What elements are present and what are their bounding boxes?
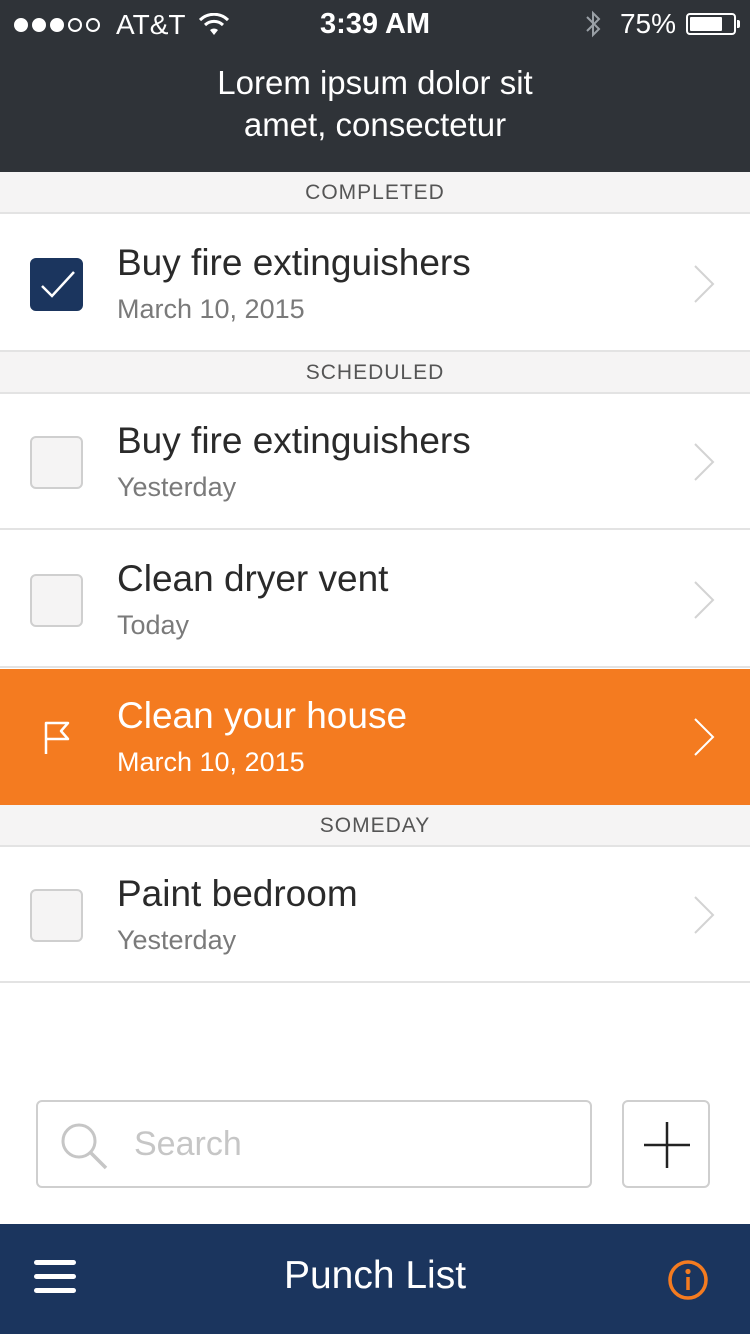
section-header-someday: SOMEDAY bbox=[0, 805, 750, 847]
item-date: Yesterday bbox=[117, 472, 237, 502]
search-input[interactable] bbox=[134, 1116, 564, 1172]
chevron-right-icon bbox=[694, 581, 715, 619]
chevron-right-icon bbox=[694, 443, 715, 481]
info-icon[interactable] bbox=[666, 1258, 710, 1302]
page-title-line-2: amet, consectetur bbox=[243, 106, 507, 143]
status-right: 75% bbox=[584, 8, 740, 40]
flag-icon bbox=[44, 721, 70, 754]
list-item[interactable]: Buy fire extinguishers March 10, 2015 bbox=[0, 216, 750, 352]
task-checkbox-checked[interactable] bbox=[30, 258, 83, 311]
item-date: March 10, 2015 bbox=[117, 294, 305, 324]
task-checkbox[interactable] bbox=[30, 436, 83, 489]
top-header: AT&T 3:39 AM 75% Lorem ipsum dolor sit a… bbox=[0, 0, 750, 172]
status-bar: AT&T 3:39 AM 75% bbox=[0, 0, 750, 50]
task-checkbox[interactable] bbox=[30, 574, 83, 627]
page-title: Lorem ipsum dolor sit amet, consectetur bbox=[0, 62, 750, 146]
task-checkbox[interactable] bbox=[30, 889, 83, 942]
item-title: Clean your house bbox=[117, 695, 408, 736]
checkmark-icon bbox=[41, 271, 75, 298]
list-item[interactable]: Clean dryer vent Today bbox=[0, 532, 750, 668]
chevron-right-icon bbox=[694, 896, 715, 934]
search-icon bbox=[61, 1123, 108, 1170]
bluetooth-icon bbox=[586, 10, 601, 38]
chevron-right-icon bbox=[694, 718, 715, 756]
item-date: March 10, 2015 bbox=[117, 747, 305, 777]
page-title-line-1: Lorem ipsum dolor sit bbox=[217, 64, 533, 101]
section-header-scheduled: SCHEDULED bbox=[0, 352, 750, 394]
item-date: Yesterday bbox=[117, 925, 237, 955]
app-title: Punch List bbox=[283, 1254, 467, 1297]
item-title: Paint bedroom bbox=[117, 873, 358, 914]
chevron-right-icon bbox=[694, 265, 715, 303]
battery-icon bbox=[686, 13, 740, 35]
bottom-nav-bar: Punch List bbox=[0, 1224, 750, 1334]
list-item-highlighted[interactable]: Clean your house March 10, 2015 bbox=[0, 669, 750, 805]
list-item[interactable]: Buy fire extinguishers Yesterday bbox=[0, 394, 750, 530]
item-title: Buy fire extinguishers bbox=[117, 420, 471, 461]
section-header-completed: COMPLETED bbox=[0, 172, 750, 214]
item-date: Today bbox=[117, 610, 190, 640]
battery-percentage: 75% bbox=[619, 8, 676, 39]
plus-icon bbox=[644, 1122, 690, 1168]
add-item-button[interactable] bbox=[622, 1100, 710, 1188]
list-item[interactable]: Paint bedroom Yesterday bbox=[0, 847, 750, 983]
search-box[interactable] bbox=[36, 1100, 592, 1188]
battery-fill bbox=[690, 17, 722, 31]
item-title: Clean dryer vent bbox=[117, 558, 389, 599]
item-title: Buy fire extinguishers bbox=[117, 242, 471, 283]
